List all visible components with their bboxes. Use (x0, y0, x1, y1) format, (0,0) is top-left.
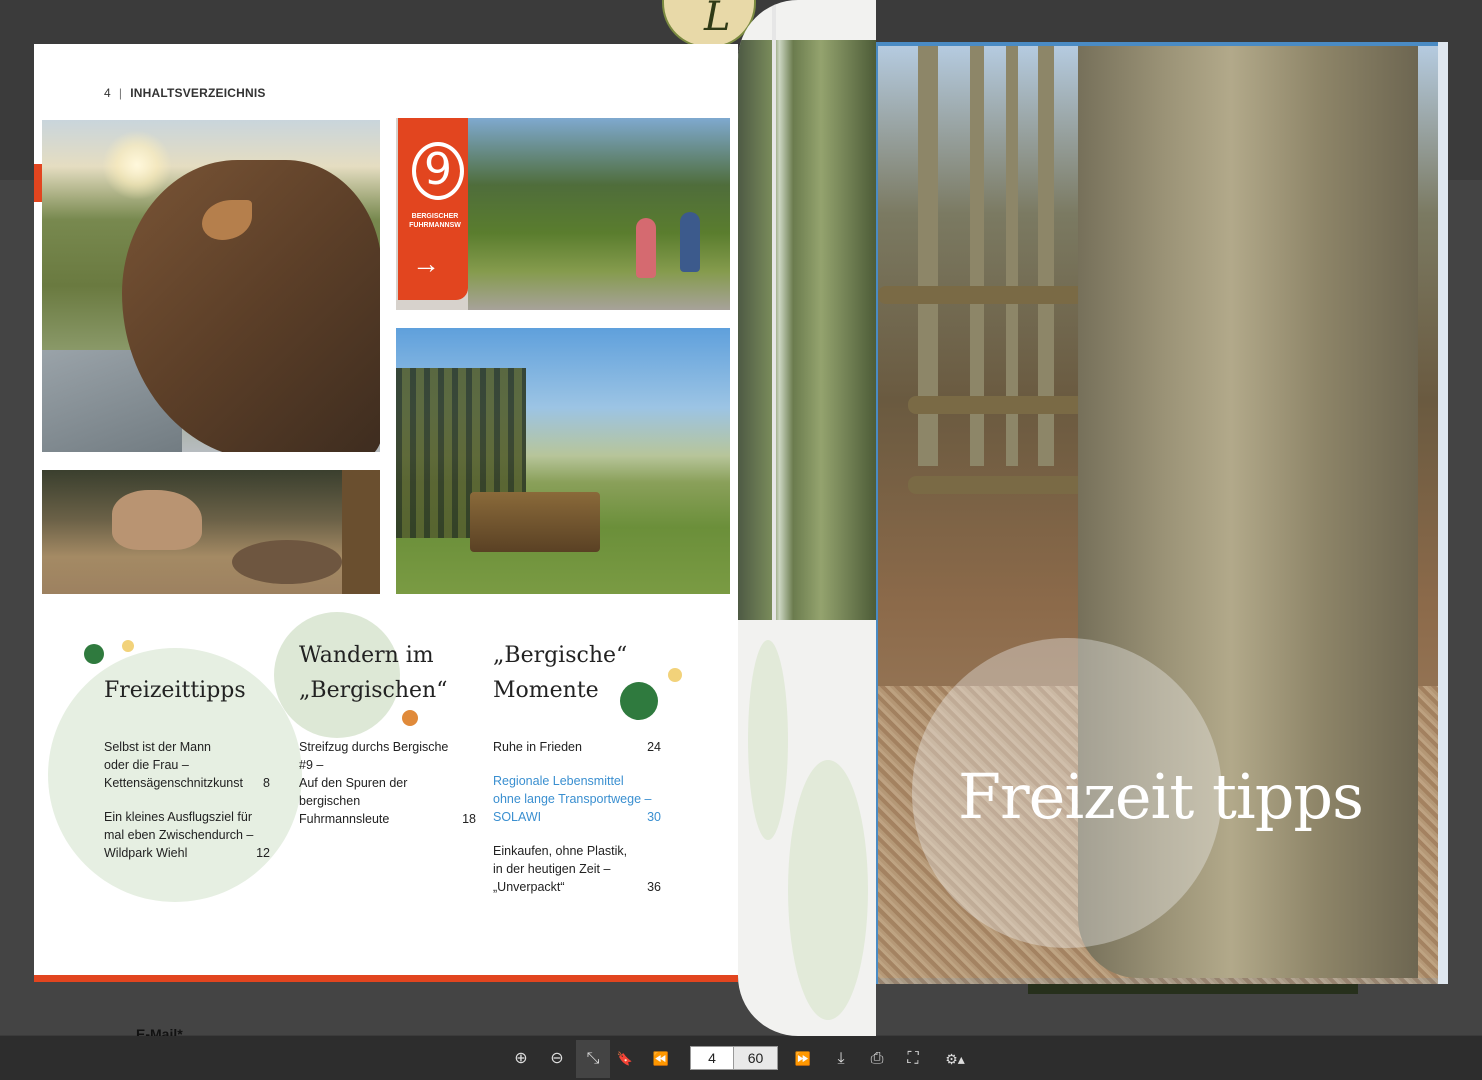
zoom-out-icon[interactable]: ⊖ (544, 1046, 570, 1072)
page-navigator[interactable]: 4 60 (690, 1046, 778, 1070)
toc-page-number: 30 (647, 810, 661, 824)
toc-entry-link[interactable]: Regionale Lebensmittel ohne lange Transpo… (493, 772, 661, 826)
page-number: 4 (104, 86, 111, 100)
toc-entry[interactable]: Streifzug durchs Bergische #9 – Auf den S… (299, 738, 476, 828)
trail-sign-arrow-icon: → (412, 248, 440, 279)
flip-page-photos (738, 40, 876, 620)
photo-wood-eagle (42, 120, 380, 452)
total-pages: 60 (747, 1050, 764, 1066)
toc-title-freizeittipps: Freizeittipps (104, 678, 246, 703)
flip-decor-circle (788, 760, 868, 1020)
zoom-in-icon[interactable]: ⊕ (508, 1046, 534, 1072)
emblem-letter: L (704, 0, 731, 40)
toc-column-momente: „Bergische“ Momente Ruhe in Frieden 24 Re… (493, 638, 661, 896)
flip-decor-circle (748, 640, 788, 840)
toc-page-number: 18 (462, 812, 476, 826)
header-separator: | (118, 86, 123, 100)
previous-page-icon[interactable]: ⏪ (648, 1046, 674, 1072)
toc-entry[interactable]: Ruhe in Frieden 24 (493, 738, 661, 756)
toc-page-number: 12 (256, 846, 270, 860)
photo-old-trailer (396, 328, 730, 594)
red-bottom-border (34, 975, 738, 982)
right-page-title: Freizeit tipps (958, 760, 1364, 833)
print-icon[interactable]: ⎙ (864, 1046, 890, 1072)
toc-entry[interactable]: Selbst ist der Mann oder die Frau – Ketten… (104, 738, 270, 792)
download-icon[interactable]: ⤓ (828, 1046, 854, 1072)
trail-sign-plate: 9 BERGISCHER FUHRMANNSW → (398, 118, 468, 300)
settings-icon[interactable]: ⚙▴ (938, 1046, 972, 1072)
right-page[interactable]: Freizeit tipps (876, 42, 1448, 984)
page-header: 4 | INHALTSVERZEICHNIS (104, 86, 266, 100)
toc-column-wandern: Wandern im „Bergischen“ Streifzug durchs … (299, 638, 476, 828)
fullscreen-icon[interactable]: ⛶ (900, 1046, 926, 1072)
photo-trail-sign: 9 BERGISCHER FUHRMANNSW → (396, 118, 730, 310)
fit-page-icon[interactable]: ⤡ (576, 1040, 610, 1078)
decor-dot-yellow-small (668, 668, 682, 682)
section-title: INHALTSVERZEICHNIS (130, 86, 266, 100)
toc-entry[interactable]: Einkaufen, ohne Plastik, in der heutigen … (493, 842, 661, 896)
left-page[interactable]: 4 | INHALTSVERZEICHNIS 9 BERGISCHER FUHRMA… (34, 44, 738, 982)
toc-page-number: 24 (647, 740, 661, 754)
toc-column-freizeittipps: Freizeittipps Selbst ist der Mann oder di… (104, 638, 270, 862)
toc-entry[interactable]: Ein kleines Ausflugsziel für mal eben Zwi… (104, 808, 270, 862)
viewer-toolbar: ⊕ ⊖ ⤡ 🔖 ⏪ 4 60 ⏩ ⤓ ⎙ ⛶ ⚙▴ (0, 1036, 1482, 1080)
page-turn-curl[interactable] (738, 0, 876, 1036)
decor-dot-green (84, 644, 104, 664)
bookmark-icon[interactable]: 🔖 (612, 1046, 638, 1072)
photo-deer (42, 470, 380, 594)
toc-title-momente: „Bergische“ Momente (493, 643, 628, 703)
trail-sign-number: 9 (412, 142, 464, 200)
red-edge-tab (34, 164, 42, 202)
toc-page-number: 36 (647, 880, 661, 894)
current-page-input[interactable]: 4 (691, 1047, 734, 1069)
toc-title-wandern: Wandern im „Bergischen“ (299, 643, 448, 703)
photo-tree-trunk (878, 46, 1438, 984)
trail-sign-text: BERGISCHER FUHRMANNSW (409, 213, 461, 229)
next-page-icon[interactable]: ⏩ (790, 1046, 816, 1072)
toc-page-number: 8 (263, 776, 270, 790)
